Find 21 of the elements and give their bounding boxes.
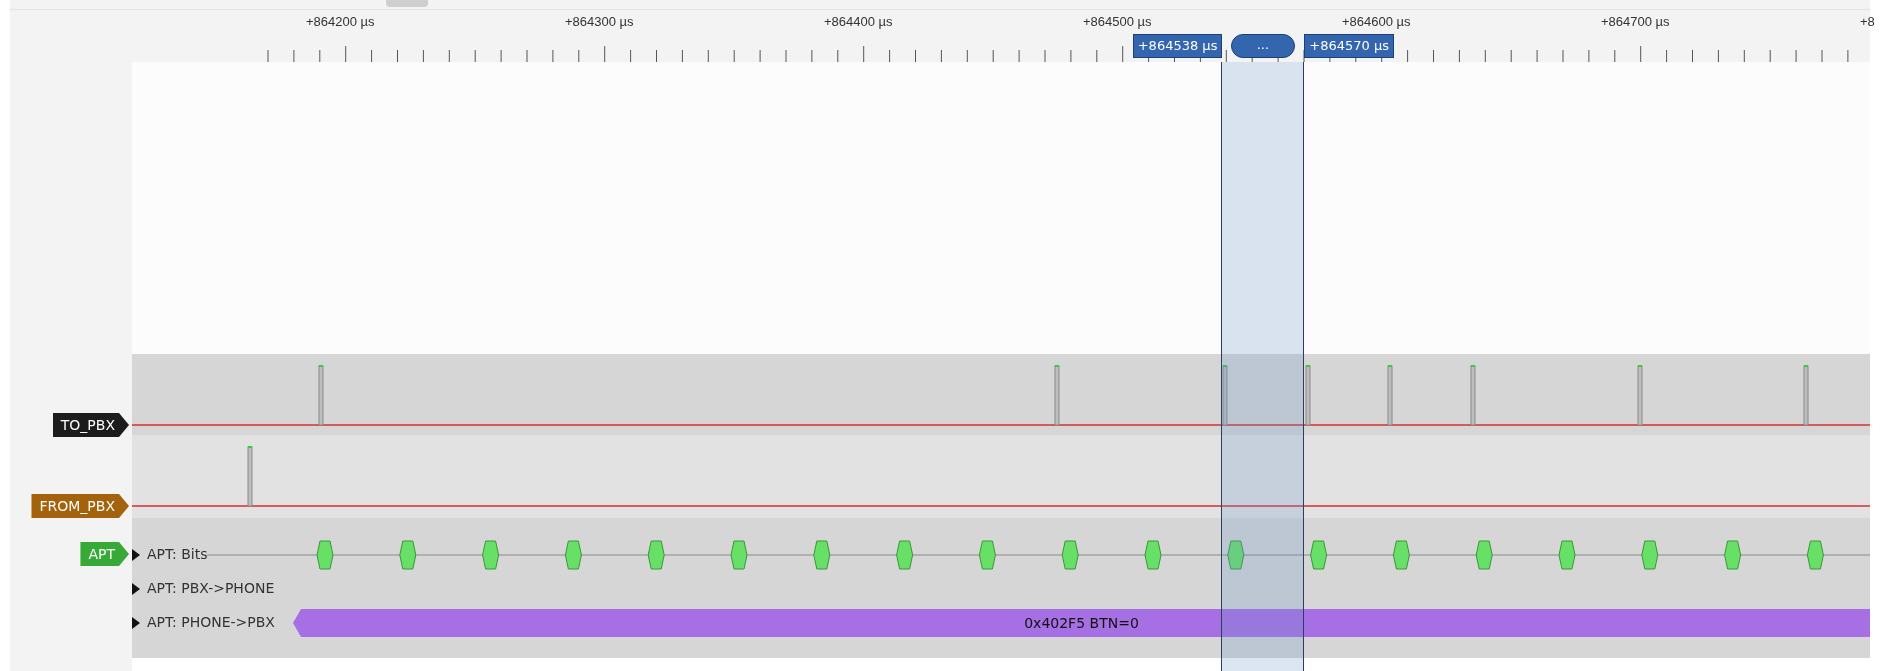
channel-tag[interactable]: FROM_PBX	[31, 494, 129, 518]
time-label: +864200 µs	[306, 14, 375, 30]
time-label: +864400 µs	[824, 14, 893, 30]
decoder-tag[interactable]: APT	[80, 542, 129, 566]
time-label: +864600 µs	[1342, 14, 1411, 30]
time-label: +864700 µs	[1601, 14, 1670, 30]
expand-arrow-icon[interactable]	[132, 549, 140, 561]
channel-tag[interactable]: TO_PBX	[52, 413, 129, 437]
scrollbar-thumb[interactable]	[386, 0, 428, 7]
cursor-width-pill[interactable]: ...	[1230, 34, 1295, 58]
annotation-bar: 0x402F5 BTN=0	[293, 609, 1870, 637]
expand-arrow-icon[interactable]	[132, 583, 140, 595]
time-label: +8	[1860, 14, 1875, 30]
cursor-flag[interactable]: +864538 µs	[1132, 34, 1223, 58]
decoder-row-label: APT: PBX->PHONE	[147, 580, 275, 596]
time-label: +864500 µs	[1083, 14, 1152, 30]
decoder-row-label: APT: PHONE->PBX	[147, 614, 275, 630]
cursor-flag[interactable]: +864570 µs	[1304, 34, 1394, 58]
time-label: +864300 µs	[565, 14, 634, 30]
decoder-row-label: APT: Bits	[147, 546, 208, 562]
expand-arrow-icon[interactable]	[132, 617, 140, 629]
